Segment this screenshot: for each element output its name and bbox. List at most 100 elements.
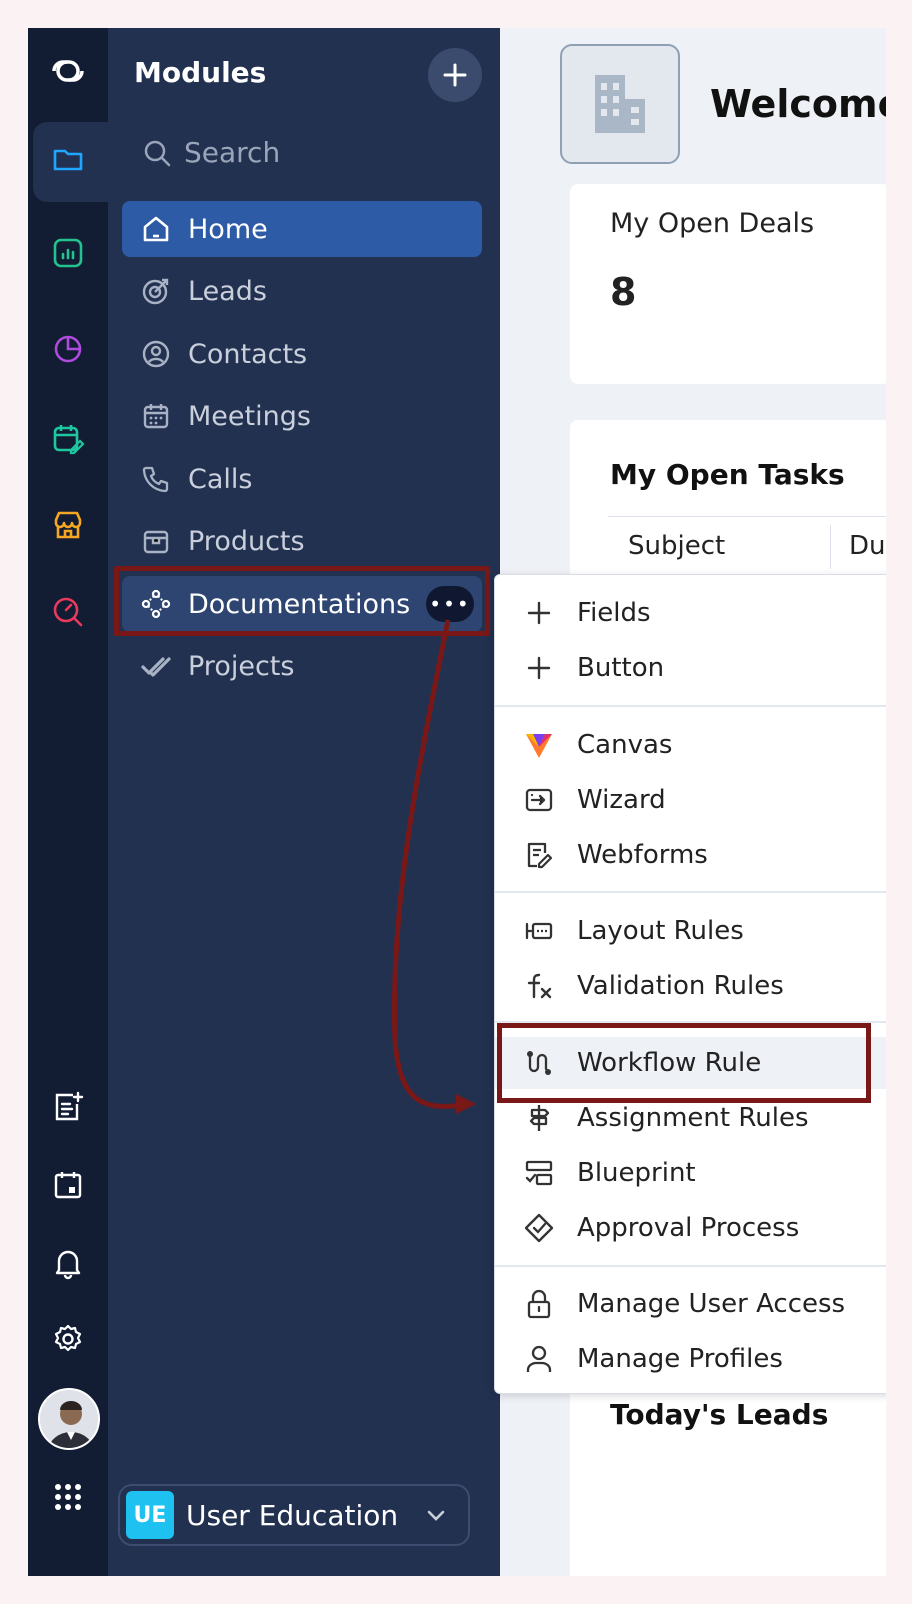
menu-divider (495, 891, 886, 893)
menu-item-label: Validation Rules (577, 971, 784, 1001)
module-item-label: Meetings (188, 400, 311, 432)
box-icon (143, 530, 169, 554)
menu-item-label: Wizard (577, 785, 666, 815)
layout-rules-icon (525, 922, 553, 940)
analytics-icon[interactable] (43, 228, 93, 278)
deals-count: 8 (610, 270, 637, 314)
module-item-label: Calls (188, 463, 253, 495)
card-title: My Open Deals (610, 208, 815, 239)
menu-item-assignment-rules[interactable]: Assignment Rules (495, 1092, 886, 1144)
search-gauge-icon[interactable] (43, 586, 93, 636)
todays-leads-title: Today's Leads (610, 1398, 829, 1431)
bell-icon[interactable] (43, 1238, 93, 1288)
function-icon (527, 973, 552, 999)
signpost-icon (529, 1105, 550, 1131)
menu-item-manage-user-access[interactable]: Manage User Access (495, 1278, 886, 1330)
contact-icon (142, 340, 170, 368)
menu-item-button[interactable]: Button (495, 642, 886, 694)
menu-item-label: Approval Process (577, 1213, 800, 1243)
menu-divider (495, 705, 886, 707)
menu-item-label: Layout Rules (577, 916, 744, 946)
module-options-menu: Fields Button Canvas Wizard Webforms Lay… (494, 574, 886, 1394)
zoho-logo-icon[interactable] (43, 46, 93, 96)
module-item-products[interactable]: Products (122, 513, 482, 569)
module-item-contacts[interactable]: Contacts (122, 326, 482, 382)
module-item-projects[interactable]: Projects (122, 638, 482, 694)
workspace-name: User Education (186, 1498, 399, 1532)
icon-rail (28, 28, 113, 1576)
menu-item-label: Button (577, 653, 665, 683)
search-box[interactable] (142, 136, 384, 169)
menu-item-approval-process[interactable]: Approval Process (495, 1202, 886, 1254)
add-module-button[interactable] (428, 48, 482, 102)
workspace-switcher[interactable]: UE User Education (118, 1484, 470, 1546)
menu-item-validation-rules[interactable]: Validation Rules (495, 960, 886, 1012)
modules-panel: Modules Home Leads Contacts Meetings Cal… (108, 28, 500, 1576)
search-input[interactable] (184, 136, 384, 169)
menu-item-manage-profiles[interactable]: Manage Profiles (495, 1333, 886, 1385)
module-item-meetings[interactable]: Meetings (122, 388, 482, 444)
column-header-due[interactable]: Du (830, 525, 886, 569)
panel-title: Modules (134, 56, 267, 89)
module-item-calls[interactable]: Calls (122, 451, 482, 507)
target-icon (142, 278, 169, 305)
menu-item-blueprint[interactable]: Blueprint (495, 1147, 886, 1199)
plus-icon (527, 656, 551, 680)
user-icon (526, 1345, 552, 1372)
module-item-leads[interactable]: Leads (122, 263, 482, 319)
menu-item-webforms[interactable]: Webforms (495, 829, 886, 881)
menu-item-label: Canvas (577, 730, 673, 760)
menu-divider (495, 1265, 886, 1267)
org-logo[interactable] (560, 44, 680, 164)
open-deals-card[interactable]: My Open Deals 8 (570, 184, 886, 384)
menu-item-fields[interactable]: Fields (495, 587, 886, 639)
workflow-rule-highlight (497, 1023, 871, 1103)
workspace-badge: UE (126, 1491, 174, 1539)
search-icon (144, 140, 171, 166)
module-item-label: Contacts (188, 338, 308, 370)
menu-item-wizard[interactable]: Wizard (495, 774, 886, 826)
calendar-icon (143, 404, 169, 429)
table-header: Subject Du (608, 516, 886, 574)
menu-item-label: Assignment Rules (577, 1103, 809, 1133)
menu-item-label: Fields (577, 598, 651, 628)
gear-icon[interactable] (43, 1314, 93, 1364)
folder-icon[interactable] (43, 134, 93, 184)
store-icon[interactable] (43, 500, 93, 550)
module-item-label: Products (188, 525, 305, 557)
approval-icon (524, 1213, 554, 1243)
menu-item-canvas[interactable]: Canvas (495, 719, 886, 771)
menu-item-label: Manage User Access (577, 1289, 846, 1319)
module-item-label: Leads (188, 275, 267, 307)
blueprint-icon (525, 1160, 553, 1186)
canvas-icon (526, 734, 552, 758)
module-item-label: Projects (188, 650, 295, 682)
menu-item-label: Webforms (577, 840, 708, 870)
menu-item-label: Manage Profiles (577, 1344, 783, 1374)
notes-add-icon[interactable] (43, 1082, 93, 1132)
avatar[interactable] (38, 1388, 100, 1450)
menu-item-label: Blueprint (577, 1158, 696, 1188)
documentations-highlight (114, 566, 490, 636)
lock-icon (527, 1289, 551, 1319)
wizard-icon (525, 788, 553, 812)
building-icon (595, 75, 645, 133)
reports-pie-icon[interactable] (43, 324, 93, 374)
calendar-edit-icon[interactable] (43, 414, 93, 464)
welcome-heading: Welcome (710, 82, 886, 126)
module-item-home[interactable]: Home (122, 201, 482, 257)
menu-item-layout-rules[interactable]: Layout Rules (495, 905, 886, 957)
card-title: My Open Tasks (610, 458, 845, 491)
apps-grid-icon[interactable] (43, 1472, 93, 1522)
chevron-down-icon (427, 1510, 445, 1521)
home-icon (143, 216, 169, 242)
module-item-label: Home (188, 213, 268, 245)
app-window: Modules Home Leads Contacts Meetings Cal… (28, 28, 886, 1576)
column-header-subject[interactable]: Subject (628, 531, 725, 561)
plus-icon (527, 601, 551, 625)
double-check-icon (141, 657, 171, 677)
phone-icon (142, 466, 169, 493)
plus-icon (443, 63, 467, 87)
calendar-icon[interactable] (43, 1160, 93, 1210)
webform-icon (527, 842, 553, 869)
